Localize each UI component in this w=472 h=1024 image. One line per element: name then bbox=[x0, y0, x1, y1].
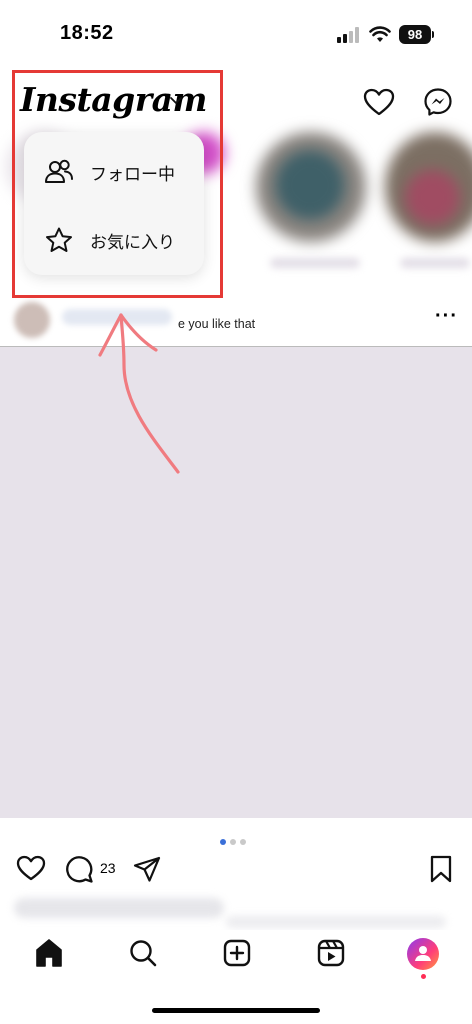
story-username bbox=[270, 258, 360, 268]
battery-indicator: 98 bbox=[399, 25, 431, 44]
carousel-dot bbox=[230, 839, 236, 845]
heart-icon[interactable] bbox=[363, 87, 395, 117]
like-icon[interactable] bbox=[16, 854, 46, 882]
post-author-avatar[interactable] bbox=[14, 302, 50, 338]
carousel-indicator bbox=[220, 832, 250, 850]
carousel-dot bbox=[240, 839, 246, 845]
create-icon[interactable] bbox=[222, 937, 252, 969]
reels-icon[interactable] bbox=[316, 937, 346, 969]
comment-count: 23 bbox=[100, 860, 116, 876]
search-icon[interactable] bbox=[128, 937, 158, 969]
wifi-icon bbox=[369, 26, 391, 42]
story-username bbox=[400, 258, 470, 268]
more-options-icon[interactable]: ··· bbox=[435, 306, 458, 326]
messenger-icon[interactable] bbox=[423, 87, 453, 117]
story-avatar[interactable] bbox=[275, 150, 345, 220]
likes-text bbox=[14, 898, 224, 918]
story-avatar[interactable] bbox=[405, 170, 460, 225]
annotation-arrow bbox=[98, 313, 180, 474]
profile-person-icon bbox=[415, 946, 431, 961]
home-indicator bbox=[152, 1008, 320, 1013]
signal-icon bbox=[337, 27, 359, 43]
post-image[interactable] bbox=[0, 346, 472, 818]
home-icon[interactable] bbox=[34, 937, 64, 969]
carousel-dot-active bbox=[220, 839, 226, 845]
caption-text bbox=[226, 916, 446, 928]
notification-dot bbox=[421, 974, 426, 979]
bookmark-icon[interactable] bbox=[428, 854, 454, 884]
share-icon[interactable] bbox=[132, 855, 162, 883]
battery-tip bbox=[432, 31, 434, 38]
status-bar: 18:52 98 bbox=[0, 0, 472, 66]
comment-icon[interactable] bbox=[64, 854, 94, 884]
status-time: 18:52 bbox=[60, 22, 114, 44]
highlight-box bbox=[12, 70, 223, 298]
